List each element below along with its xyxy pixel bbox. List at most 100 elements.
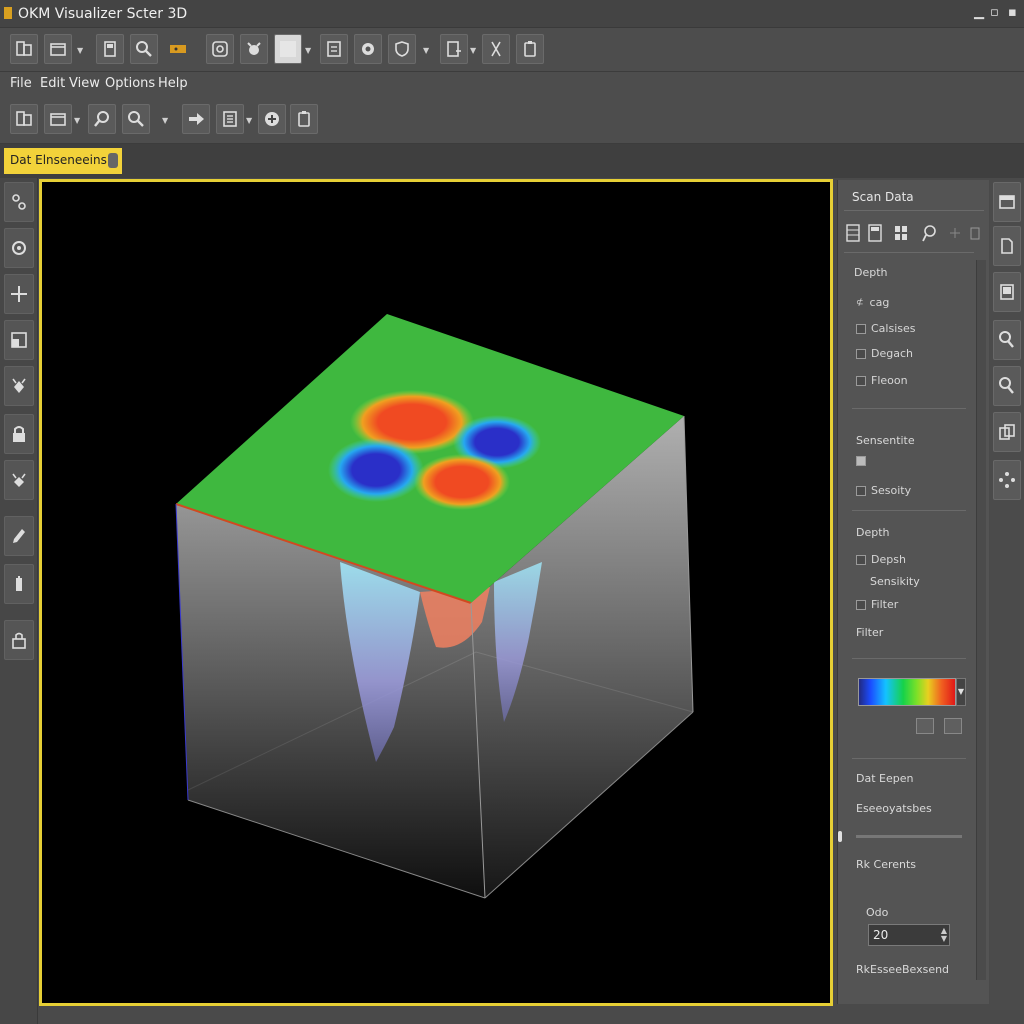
document-view-button[interactable] [993,226,1021,266]
document-icon [327,41,341,57]
chevron-down-icon[interactable]: ▼ [162,116,168,125]
menu-edit[interactable]: Edit [40,76,65,91]
checkbox-box [856,485,866,496]
tablet-view-button[interactable] [993,272,1021,312]
clipboard-icon[interactable] [968,224,982,242]
new-file-icon [16,41,32,56]
sparkle-icon[interactable] [948,224,962,242]
battery-tool-button[interactable] [4,564,34,604]
zoom-out-button[interactable] [122,104,150,134]
chevron-down-icon[interactable]: ▼ [423,46,429,55]
scan-icon [247,42,261,55]
tab-dataset[interactable]: Dat Elnseneeins [4,148,122,174]
color-scale-bar[interactable] [858,678,956,706]
copy-button[interactable] [993,412,1021,452]
palette-button[interactable] [916,718,934,734]
checkbox-fleoon[interactable]: Fleoon [856,374,908,387]
chevron-down-icon[interactable]: ▼ [305,46,311,55]
new-file-button[interactable] [10,34,38,64]
chevron-down-icon[interactable]: ▼ [77,46,83,55]
probe-tool-button[interactable] [4,460,34,500]
menu-options[interactable]: Options [105,76,155,91]
edit-palette-button[interactable] [944,718,962,734]
document-button[interactable] [320,34,348,64]
main-toolbar: ▼ ▼ ▼ ▼ [0,28,1024,72]
zoom-icon [999,377,1014,394]
folder-color-button[interactable] [164,34,192,64]
layer-tool-button[interactable] [4,320,34,360]
scan-volume-render[interactable] [42,182,830,1003]
checkbox-sesoity[interactable]: Sesoity [856,484,911,497]
rotate-tool-button[interactable] [4,228,34,268]
search-button[interactable] [993,320,1021,360]
depth-section-label-2: Depth [856,526,890,539]
record-button[interactable] [354,34,382,64]
open-folder-button[interactable] [44,34,72,64]
open-folder-icon [50,43,66,56]
device-button[interactable] [290,104,318,134]
menu-file[interactable]: File [10,76,32,91]
import-button[interactable] [206,34,234,64]
scan-tool-button[interactable] [4,366,34,406]
checkbox-filter[interactable]: Filter [856,598,898,611]
zoom-icon [136,41,152,57]
open-folder-button[interactable] [44,104,72,134]
export-button[interactable] [440,34,468,64]
add-button[interactable] [258,104,286,134]
pen-tool-button[interactable] [4,516,34,556]
menu-view[interactable]: View [69,76,100,91]
maximize-button[interactable]: ▫ [990,6,999,20]
list-button[interactable] [216,104,244,134]
new-file-button[interactable] [10,104,38,134]
secondary-toolbar: ▼ ▼ ▼ [0,96,1024,144]
move-tool-button[interactable] [4,274,34,314]
move-button[interactable] [993,460,1021,500]
zoom-button[interactable] [130,34,158,64]
checkbox-depsh[interactable]: Depsh [856,553,906,566]
close-button[interactable]: ▪ [1008,6,1017,20]
device-icon [524,41,536,57]
panel-view-button[interactable] [993,182,1021,222]
sensitivity-section-label: Sensentite [856,434,915,447]
grid-icon[interactable] [846,224,860,242]
panel-scrollbar[interactable] [976,260,986,980]
3d-viewport[interactable] [39,179,833,1006]
tiles-icon[interactable] [894,224,908,242]
document-tab-bar: Dat Elnseneeins [0,144,1024,178]
color-scale-dropdown[interactable]: ▼ [956,678,966,706]
node-tool-button[interactable] [4,182,34,222]
chevron-down-icon[interactable]: ▼ [74,116,80,125]
search-icon[interactable] [922,224,936,242]
chevron-down-icon[interactable]: ▼ [246,116,252,125]
checkbox-calsises[interactable]: Calsises [856,322,916,335]
value-spinbox[interactable]: 20 ▲ ▼ [868,924,950,946]
cut-button[interactable] [482,34,510,64]
menu-help[interactable]: Help [158,76,188,91]
sensikity-label: Sensikity [870,575,920,588]
page-icon[interactable] [868,224,882,242]
spin-arrows-icon[interactable]: ▲ ▼ [941,927,947,943]
tab-close-icon[interactable] [108,153,118,168]
scan-button[interactable] [240,34,268,64]
save-button[interactable] [96,34,124,64]
arrow-right-button[interactable] [182,104,210,134]
layer-icon [11,332,27,348]
minimize-button[interactable]: ▁ [974,6,984,20]
shield-button[interactable] [388,34,416,64]
device-button[interactable] [516,34,544,64]
chevron-down-icon[interactable]: ▼ [470,46,476,55]
checkbox-cag[interactable]: ⊄ cag [856,296,889,309]
unlock-tool-button[interactable] [4,620,34,660]
export-slider[interactable] [856,835,962,838]
checkbox-sensitivity-toggle[interactable] [856,456,871,466]
zoom-button[interactable] [993,366,1021,406]
window-icon [999,195,1015,209]
slider-thumb[interactable] [838,831,842,842]
color-box-button[interactable] [274,34,302,64]
scan-data-panel: Scan Data Depth ⊄ cag Calsises Degach Fle… [837,180,989,1004]
zoom-in-button[interactable] [88,104,116,134]
lock-tool-button[interactable] [4,414,34,454]
divider [844,210,984,211]
checkbox-degach[interactable]: Degach [856,347,913,360]
spinbox-value: 20 [873,928,889,942]
